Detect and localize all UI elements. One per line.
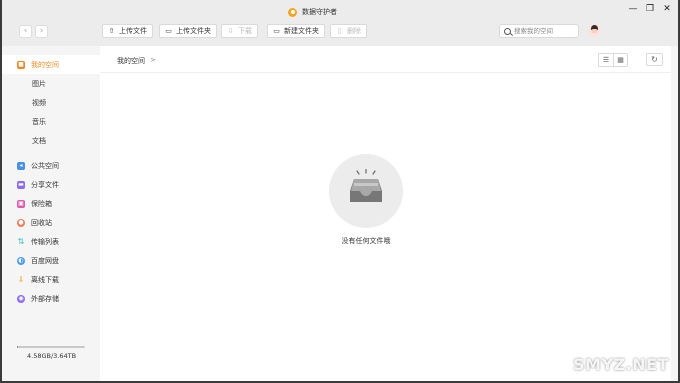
empty-tray-icon (350, 179, 382, 202)
download-button[interactable]: ⇩ 下载 (221, 24, 258, 38)
share-icon: ▬ (17, 180, 25, 189)
sidebar-item-label: 保险箱 (31, 199, 52, 208)
list-view-icon[interactable]: ☰ (599, 54, 613, 66)
upload-folder-button[interactable]: ▭ 上传文件夹 (159, 24, 217, 38)
sidebar-item-documents[interactable]: 文档 (2, 131, 100, 150)
sidebar-item-external-storage[interactable]: ◉ 外部存储 (2, 289, 100, 308)
watermark-text: SMYZ.NET (573, 354, 669, 374)
watermark: 值 SMYZ.NET (555, 352, 673, 376)
sidebar-item-label: 离线下载 (31, 275, 59, 284)
sidebar-item-videos[interactable]: 视频 (2, 93, 100, 112)
minimize-icon[interactable]: — (628, 4, 638, 14)
external-storage-icon: ◉ (17, 294, 25, 303)
download-label: 下载 (238, 27, 252, 35)
watermark-logo: 值 (555, 357, 569, 373)
breadcrumb: 我的空间 > (117, 56, 156, 66)
sidebar-item-music[interactable]: 音乐 (2, 112, 100, 131)
baidu-pan-icon: ◐ (17, 256, 25, 265)
storage-quota-text: 4.58GB/3.64TB (27, 352, 77, 360)
delete-label: 删除 (347, 27, 361, 35)
sidebar-item-label: 回收站 (31, 218, 52, 227)
sidebar-item-label: 文档 (32, 136, 46, 145)
sidebar-item-label: 图片 (32, 79, 46, 88)
app-window: 数据守护者 — ❐ ✕ ‹ › ⇧ 上传文件 ▭ 上传文件夹 ⇩ 下载 ▭ 新建… (2, 0, 678, 381)
new-folder-icon: ▭ (273, 27, 280, 35)
upload-icon: ⇧ (108, 27, 115, 35)
trash-icon: ▯ (337, 27, 342, 35)
sidebar-item-label: 我的空间 (31, 60, 59, 69)
download-icon: ⇩ (227, 27, 234, 35)
refresh-icon[interactable]: ↻ (646, 53, 663, 66)
sidebar-item-images[interactable]: 图片 (2, 74, 100, 93)
delete-button[interactable]: ▯ 删除 (330, 24, 367, 38)
window-title-area: 数据守护者 (288, 6, 337, 18)
title-bar: 数据守护者 — ❐ ✕ ‹ › ⇧ 上传文件 ▭ 上传文件夹 ⇩ 下载 ▭ 新建… (2, 0, 678, 46)
main-content: 我的空间 > ☰ ▦ ↻ 没有任何文件哦 (100, 46, 671, 381)
sidebar-item-label: 视频 (32, 98, 46, 107)
safe-icon: ▣ (17, 199, 25, 208)
app-logo-icon (288, 7, 297, 17)
close-icon[interactable]: ✕ (662, 4, 672, 14)
public-space-icon: ◂ (17, 161, 25, 170)
sidebar-item-label: 公共空间 (31, 161, 59, 170)
transfer-icon: ⇅ (17, 236, 25, 246)
forward-button[interactable]: › (35, 25, 48, 38)
sidebar-item-baidu-pan[interactable]: ◐ 百度网盘 (2, 251, 100, 270)
sidebar-item-label: 分享文件 (31, 180, 59, 189)
sidebar-item-label: 音乐 (32, 117, 46, 126)
my-space-icon: ■ (17, 60, 25, 69)
sidebar-item-transfer[interactable]: ⇅ 传输列表 (2, 232, 100, 251)
upload-file-button[interactable]: ⇧ 上传文件 (102, 24, 153, 38)
sidebar-item-offline-download[interactable]: ⇓ 离线下载 (2, 270, 100, 289)
sidebar-item-my-space[interactable]: ■ 我的空间 (2, 55, 100, 74)
search-box[interactable] (499, 24, 579, 38)
sidebar-item-label: 传输列表 (31, 237, 59, 246)
history-nav: ‹ › (19, 25, 48, 38)
sidebar-item-label: 百度网盘 (31, 256, 59, 265)
search-input[interactable] (514, 27, 574, 35)
sidebar: ■ 我的空间 图片 视频 音乐 文档 ◂ 公共空间 ▬ 分享文件 ▣ 保险箱 ● (2, 46, 100, 381)
breadcrumb-bar: 我的空间 > ☰ ▦ ↻ (100, 46, 671, 73)
sidebar-item-public-space[interactable]: ◂ 公共空间 (2, 156, 100, 175)
breadcrumb-separator-icon: > (150, 56, 156, 64)
sidebar-item-label: 外部存储 (31, 294, 59, 303)
recycle-bin-icon: ● (17, 218, 25, 227)
sparkle-icon (356, 169, 376, 175)
grid-view-icon[interactable]: ▦ (613, 54, 627, 66)
storage-quota-bar (17, 346, 85, 348)
upload-file-label: 上传文件 (119, 27, 147, 35)
new-folder-button[interactable]: ▭ 新建文件夹 (267, 24, 325, 38)
back-button[interactable]: ‹ (19, 25, 32, 38)
window-title: 数据守护者 (302, 8, 337, 16)
breadcrumb-item-my-space[interactable]: 我的空间 (117, 56, 145, 66)
empty-state-message: 没有任何文件哦 (341, 237, 391, 245)
view-mode-toggle: ☰ ▦ (598, 53, 628, 67)
offline-download-icon: ⇓ (17, 274, 25, 284)
search-icon (504, 27, 511, 35)
sidebar-item-recycle-bin[interactable]: ● 回收站 (2, 213, 100, 232)
sidebar-item-safe[interactable]: ▣ 保险箱 (2, 194, 100, 213)
sidebar-item-share[interactable]: ▬ 分享文件 (2, 175, 100, 194)
window-controls: — ❐ ✕ (628, 4, 672, 14)
right-edge-panel (671, 46, 678, 381)
upload-folder-label: 上传文件夹 (176, 27, 211, 35)
folder-upload-icon: ▭ (165, 27, 172, 35)
storage-quota-fill (17, 346, 18, 348)
avatar[interactable] (588, 24, 601, 37)
maximize-icon[interactable]: ❐ (645, 4, 655, 14)
empty-state-illustration (329, 154, 403, 228)
new-folder-label: 新建文件夹 (284, 27, 319, 35)
